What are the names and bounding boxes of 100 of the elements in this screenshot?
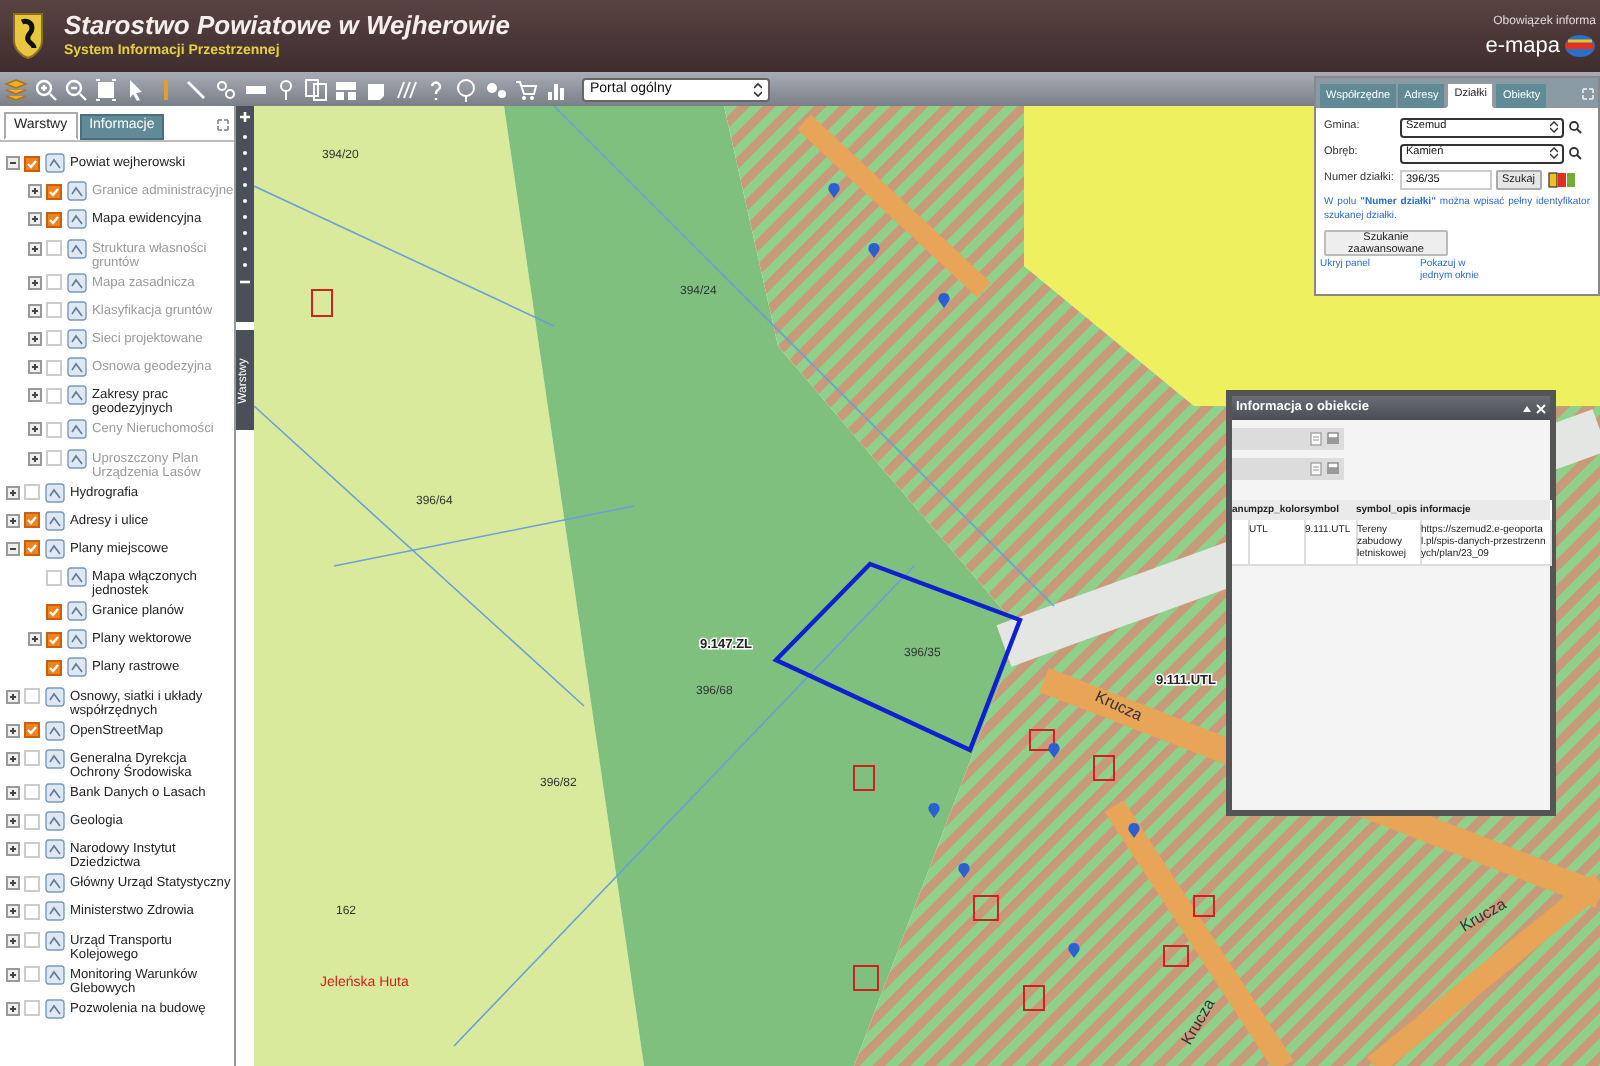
- expand-icon[interactable]: [6, 513, 20, 528]
- color-swatch-icon[interactable]: [1547, 171, 1576, 187]
- checkbox[interactable]: [46, 387, 62, 404]
- zoom-level-dot-icon[interactable]: [242, 230, 248, 236]
- zoom-level-dot-icon[interactable]: [242, 150, 248, 156]
- layer-icon: [44, 481, 66, 503]
- zoom-level-dot-icon[interactable]: [242, 198, 248, 204]
- pin-icon: [828, 182, 840, 198]
- checkbox[interactable]: [46, 659, 62, 676]
- building-outline: [853, 965, 879, 991]
- layer-icon: [66, 628, 88, 651]
- checkbox[interactable]: [24, 540, 40, 557]
- zoom-level-dot-icon[interactable]: [242, 166, 248, 172]
- checkbox[interactable]: [24, 841, 40, 858]
- zoom-out-icon[interactable]: [238, 278, 252, 286]
- checkbox[interactable]: [24, 1000, 40, 1017]
- zoom-in-icon[interactable]: [238, 110, 252, 124]
- layer-icon: [44, 781, 66, 804]
- expand-icon[interactable]: [6, 876, 20, 891]
- layer-icon: [44, 509, 66, 532]
- hatch-icon[interactable]: [394, 77, 418, 101]
- document-icon[interactable]: [1310, 462, 1322, 476]
- checkbox[interactable]: [24, 813, 40, 829]
- cart-icon[interactable]: [514, 77, 538, 101]
- layer-icon: [66, 384, 88, 407]
- expand-icon[interactable]: [28, 632, 42, 647]
- layer-icon: [44, 719, 66, 742]
- expand-icon[interactable]: [6, 904, 20, 919]
- building-outline: [1029, 729, 1055, 751]
- copy-icon[interactable]: [304, 77, 328, 101]
- checkbox[interactable]: [46, 211, 62, 228]
- zoom-level-dot-icon[interactable]: [242, 134, 248, 140]
- building-outline: [1023, 985, 1045, 1011]
- coat-of-arms-icon: [12, 12, 44, 60]
- checkbox[interactable]: [24, 932, 40, 949]
- layer-icon: [66, 271, 88, 294]
- zoom-extent-icon[interactable]: [94, 77, 118, 101]
- zoom-level-dot-icon[interactable]: [242, 262, 248, 268]
- expand-icon[interactable]: [6, 785, 20, 800]
- document-icon[interactable]: [1310, 432, 1322, 446]
- close-icon[interactable]: [1536, 403, 1546, 413]
- checkbox[interactable]: [24, 722, 40, 739]
- pin-icon[interactable]: [274, 77, 298, 101]
- expand-icon[interactable]: [6, 933, 20, 948]
- expand-icon[interactable]: [28, 388, 42, 403]
- checkbox[interactable]: [46, 631, 62, 648]
- collapse-icon[interactable]: [6, 156, 20, 170]
- layers-icon[interactable]: [4, 77, 28, 101]
- link-icon[interactable]: [214, 77, 238, 101]
- layer-icon: [66, 656, 88, 679]
- checkbox[interactable]: [24, 512, 40, 529]
- expand-icon[interactable]: [28, 212, 42, 227]
- expand-icon[interactable]: [6, 842, 20, 857]
- checkbox[interactable]: [24, 966, 40, 983]
- maximize-icon[interactable]: [216, 118, 230, 132]
- brand-name: e-mapa: [1485, 31, 1560, 59]
- layer-icon: [66, 356, 88, 379]
- building-outline: [853, 765, 875, 791]
- checkbox[interactable]: [24, 750, 40, 767]
- checkbox[interactable]: [24, 484, 40, 500]
- building-outline: [1193, 895, 1215, 917]
- line-icon[interactable]: [184, 77, 208, 101]
- search-icon[interactable]: [1568, 120, 1582, 134]
- search-icon[interactable]: [1568, 146, 1582, 160]
- checkbox[interactable]: [46, 569, 62, 586]
- zoom-level-dot-icon[interactable]: [242, 182, 248, 188]
- printer-icon[interactable]: [1326, 432, 1340, 446]
- collapse-icon[interactable]: [6, 541, 20, 556]
- expand-icon[interactable]: [6, 1001, 20, 1016]
- layer-icon: [66, 327, 88, 350]
- pin-icon: [868, 242, 880, 258]
- layer-icon: [44, 152, 66, 174]
- expand-icon[interactable]: [6, 723, 20, 738]
- layer-icon: [44, 747, 66, 770]
- checkbox[interactable]: [24, 903, 40, 920]
- pin-icon: [1048, 742, 1060, 758]
- printer-icon[interactable]: [1326, 462, 1340, 476]
- site-title: Starostwo Powiatowe w Wejherowie: [64, 10, 510, 42]
- zoom-bar[interactable]: [236, 106, 254, 322]
- expand-icon[interactable]: [6, 967, 20, 982]
- checkbox[interactable]: [24, 875, 40, 892]
- grid-icon[interactable]: [334, 77, 358, 101]
- checkbox[interactable]: [24, 155, 40, 171]
- expand-icon[interactable]: [6, 689, 20, 704]
- updown-caret-icon: [1550, 120, 1558, 134]
- layer-icon: [44, 929, 66, 952]
- layer-icon: [44, 537, 66, 560]
- expand-icon[interactable]: [6, 814, 20, 828]
- checkbox[interactable]: [46, 603, 62, 620]
- zoom-in-icon[interactable]: [34, 77, 58, 101]
- checkbox[interactable]: [24, 688, 40, 705]
- pointer-icon[interactable]: [124, 77, 148, 101]
- zoom-out-icon[interactable]: [64, 77, 88, 101]
- checkbox[interactable]: [24, 784, 40, 801]
- zoom-level-dot-icon[interactable]: [242, 246, 248, 252]
- zoom-level-dot-icon[interactable]: [242, 214, 248, 220]
- expand-icon[interactable]: [6, 485, 20, 499]
- expand-icon[interactable]: [6, 751, 20, 766]
- building-outline: [1163, 945, 1189, 967]
- pin-icon: [928, 802, 940, 818]
